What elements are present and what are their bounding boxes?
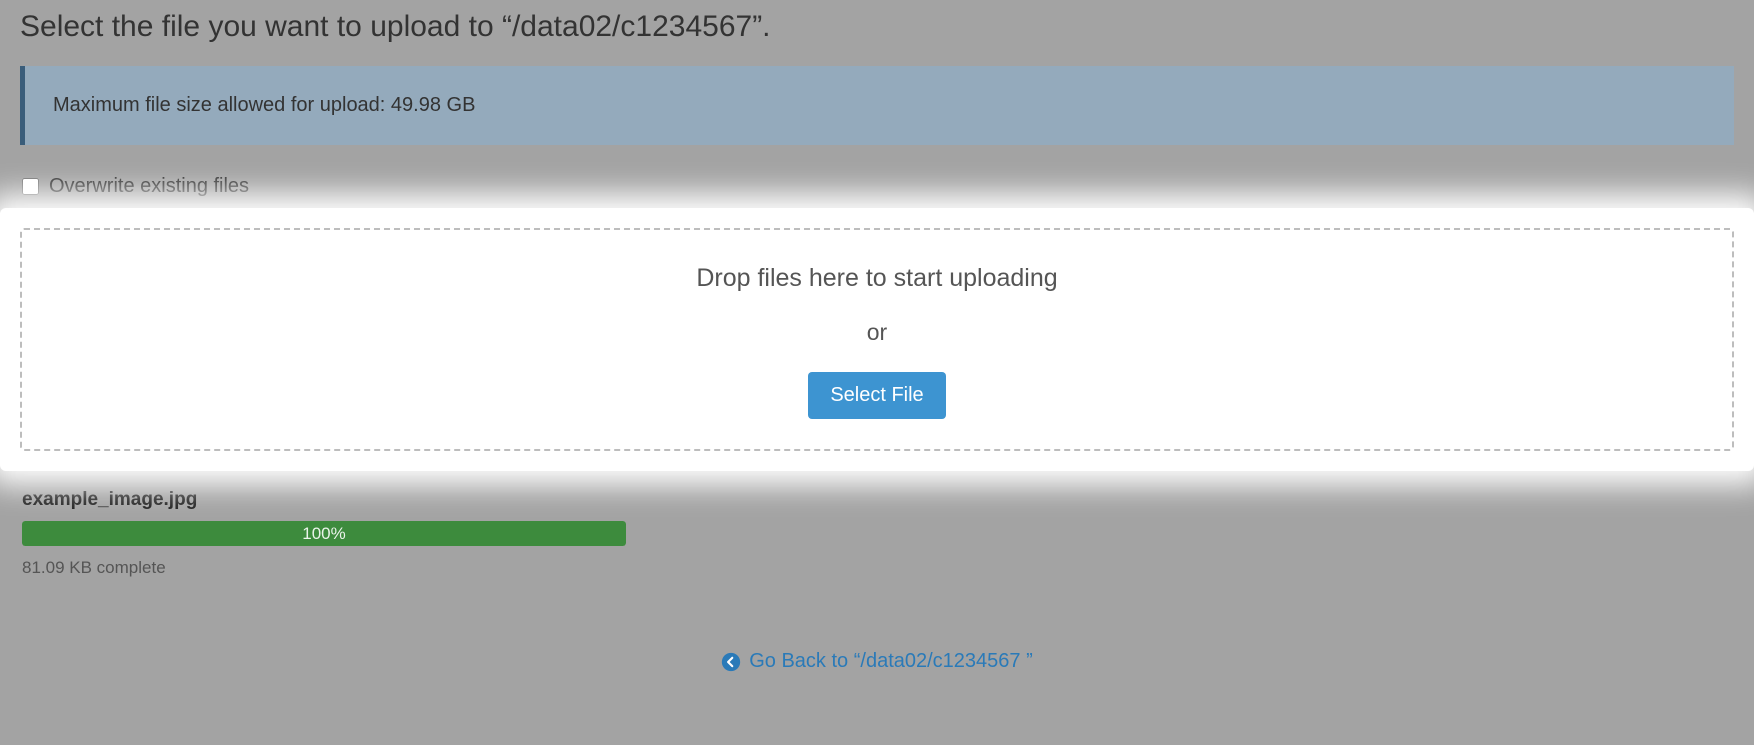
dropzone-or-text: or	[42, 319, 1712, 346]
upload-filename: example_image.jpg	[22, 489, 1732, 511]
upload-progress-fill: 100%	[22, 521, 626, 546]
upload-item: example_image.jpg 100% 81.09 KB complete	[20, 489, 1734, 578]
overwrite-label[interactable]: Overwrite existing files	[49, 175, 249, 198]
upload-status-text: 81.09 KB complete	[22, 558, 1732, 578]
file-dropzone[interactable]: Drop files here to start uploading or Se…	[20, 228, 1734, 451]
max-filesize-banner: Maximum file size allowed for upload: 49…	[20, 66, 1734, 145]
max-filesize-text: Maximum file size allowed for upload: 49…	[53, 94, 475, 116]
go-back-row: Go Back to “/data02/c1234567 ”	[20, 650, 1734, 677]
upload-progress-track: 100%	[22, 521, 626, 546]
dropzone-highlight-area: Drop files here to start uploading or Se…	[0, 208, 1754, 471]
go-back-link[interactable]: Go Back to “/data02/c1234567 ”	[721, 650, 1033, 673]
page-title: Select the file you want to upload to “/…	[20, 0, 1734, 66]
select-file-button[interactable]: Select File	[808, 372, 945, 419]
overwrite-row: Overwrite existing files	[20, 175, 1734, 198]
upload-progress-label: 100%	[302, 524, 345, 544]
dropzone-instruction-text: Drop files here to start uploading	[42, 264, 1712, 293]
go-back-label: Go Back to “/data02/c1234567 ”	[749, 650, 1033, 673]
arrow-circle-left-icon	[721, 652, 741, 672]
overwrite-checkbox[interactable]	[22, 178, 39, 195]
